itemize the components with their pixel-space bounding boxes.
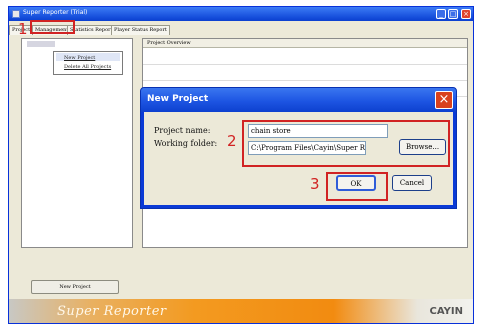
app-title-bar[interactable]: Super Reporter (Trial) _ □ × xyxy=(9,7,473,21)
app-icon xyxy=(12,10,20,18)
tab-bar: Project Management Statistics Report Pla… xyxy=(9,24,473,36)
app-title: Super Reporter (Trial) xyxy=(23,9,88,16)
close-button[interactable]: × xyxy=(461,9,471,19)
project-overview-header: Project Overview xyxy=(143,39,467,48)
working-folder-label: Working folder: xyxy=(154,139,218,148)
callout-box-1 xyxy=(30,20,75,34)
callout-box-3 xyxy=(326,172,388,201)
tree-root-item[interactable] xyxy=(27,41,55,47)
new-project-button[interactable]: New Project xyxy=(31,280,119,294)
tab-player-status-report[interactable]: Player Status Report xyxy=(111,25,170,35)
banner-title: Super Reporter xyxy=(57,304,167,319)
maximize-button[interactable]: □ xyxy=(448,9,458,19)
menu-item-new-project[interactable]: New Project xyxy=(64,55,95,61)
context-menu: New Project Delete All Projects xyxy=(53,51,123,75)
callout-number-3: 3 xyxy=(310,175,320,193)
callout-number-2: 2 xyxy=(227,132,237,150)
project-name-label: Project name: xyxy=(154,126,211,135)
dialog-close-button[interactable]: × xyxy=(435,91,453,109)
dialog-title: New Project xyxy=(147,94,209,104)
brand-banner: Super Reporter CAYIN xyxy=(9,299,473,323)
dialog-title-bar[interactable]: New Project × xyxy=(141,88,456,112)
callout-number-1: 1 xyxy=(18,20,28,38)
minimize-button[interactable]: _ xyxy=(436,9,446,19)
cancel-button[interactable]: Cancel xyxy=(392,175,432,191)
cayin-logo: CAYIN xyxy=(429,306,463,317)
row-line xyxy=(143,64,467,65)
menu-item-delete-all-projects[interactable]: Delete All Projects xyxy=(64,64,111,70)
row-line xyxy=(143,80,467,81)
callout-box-2 xyxy=(242,120,450,167)
